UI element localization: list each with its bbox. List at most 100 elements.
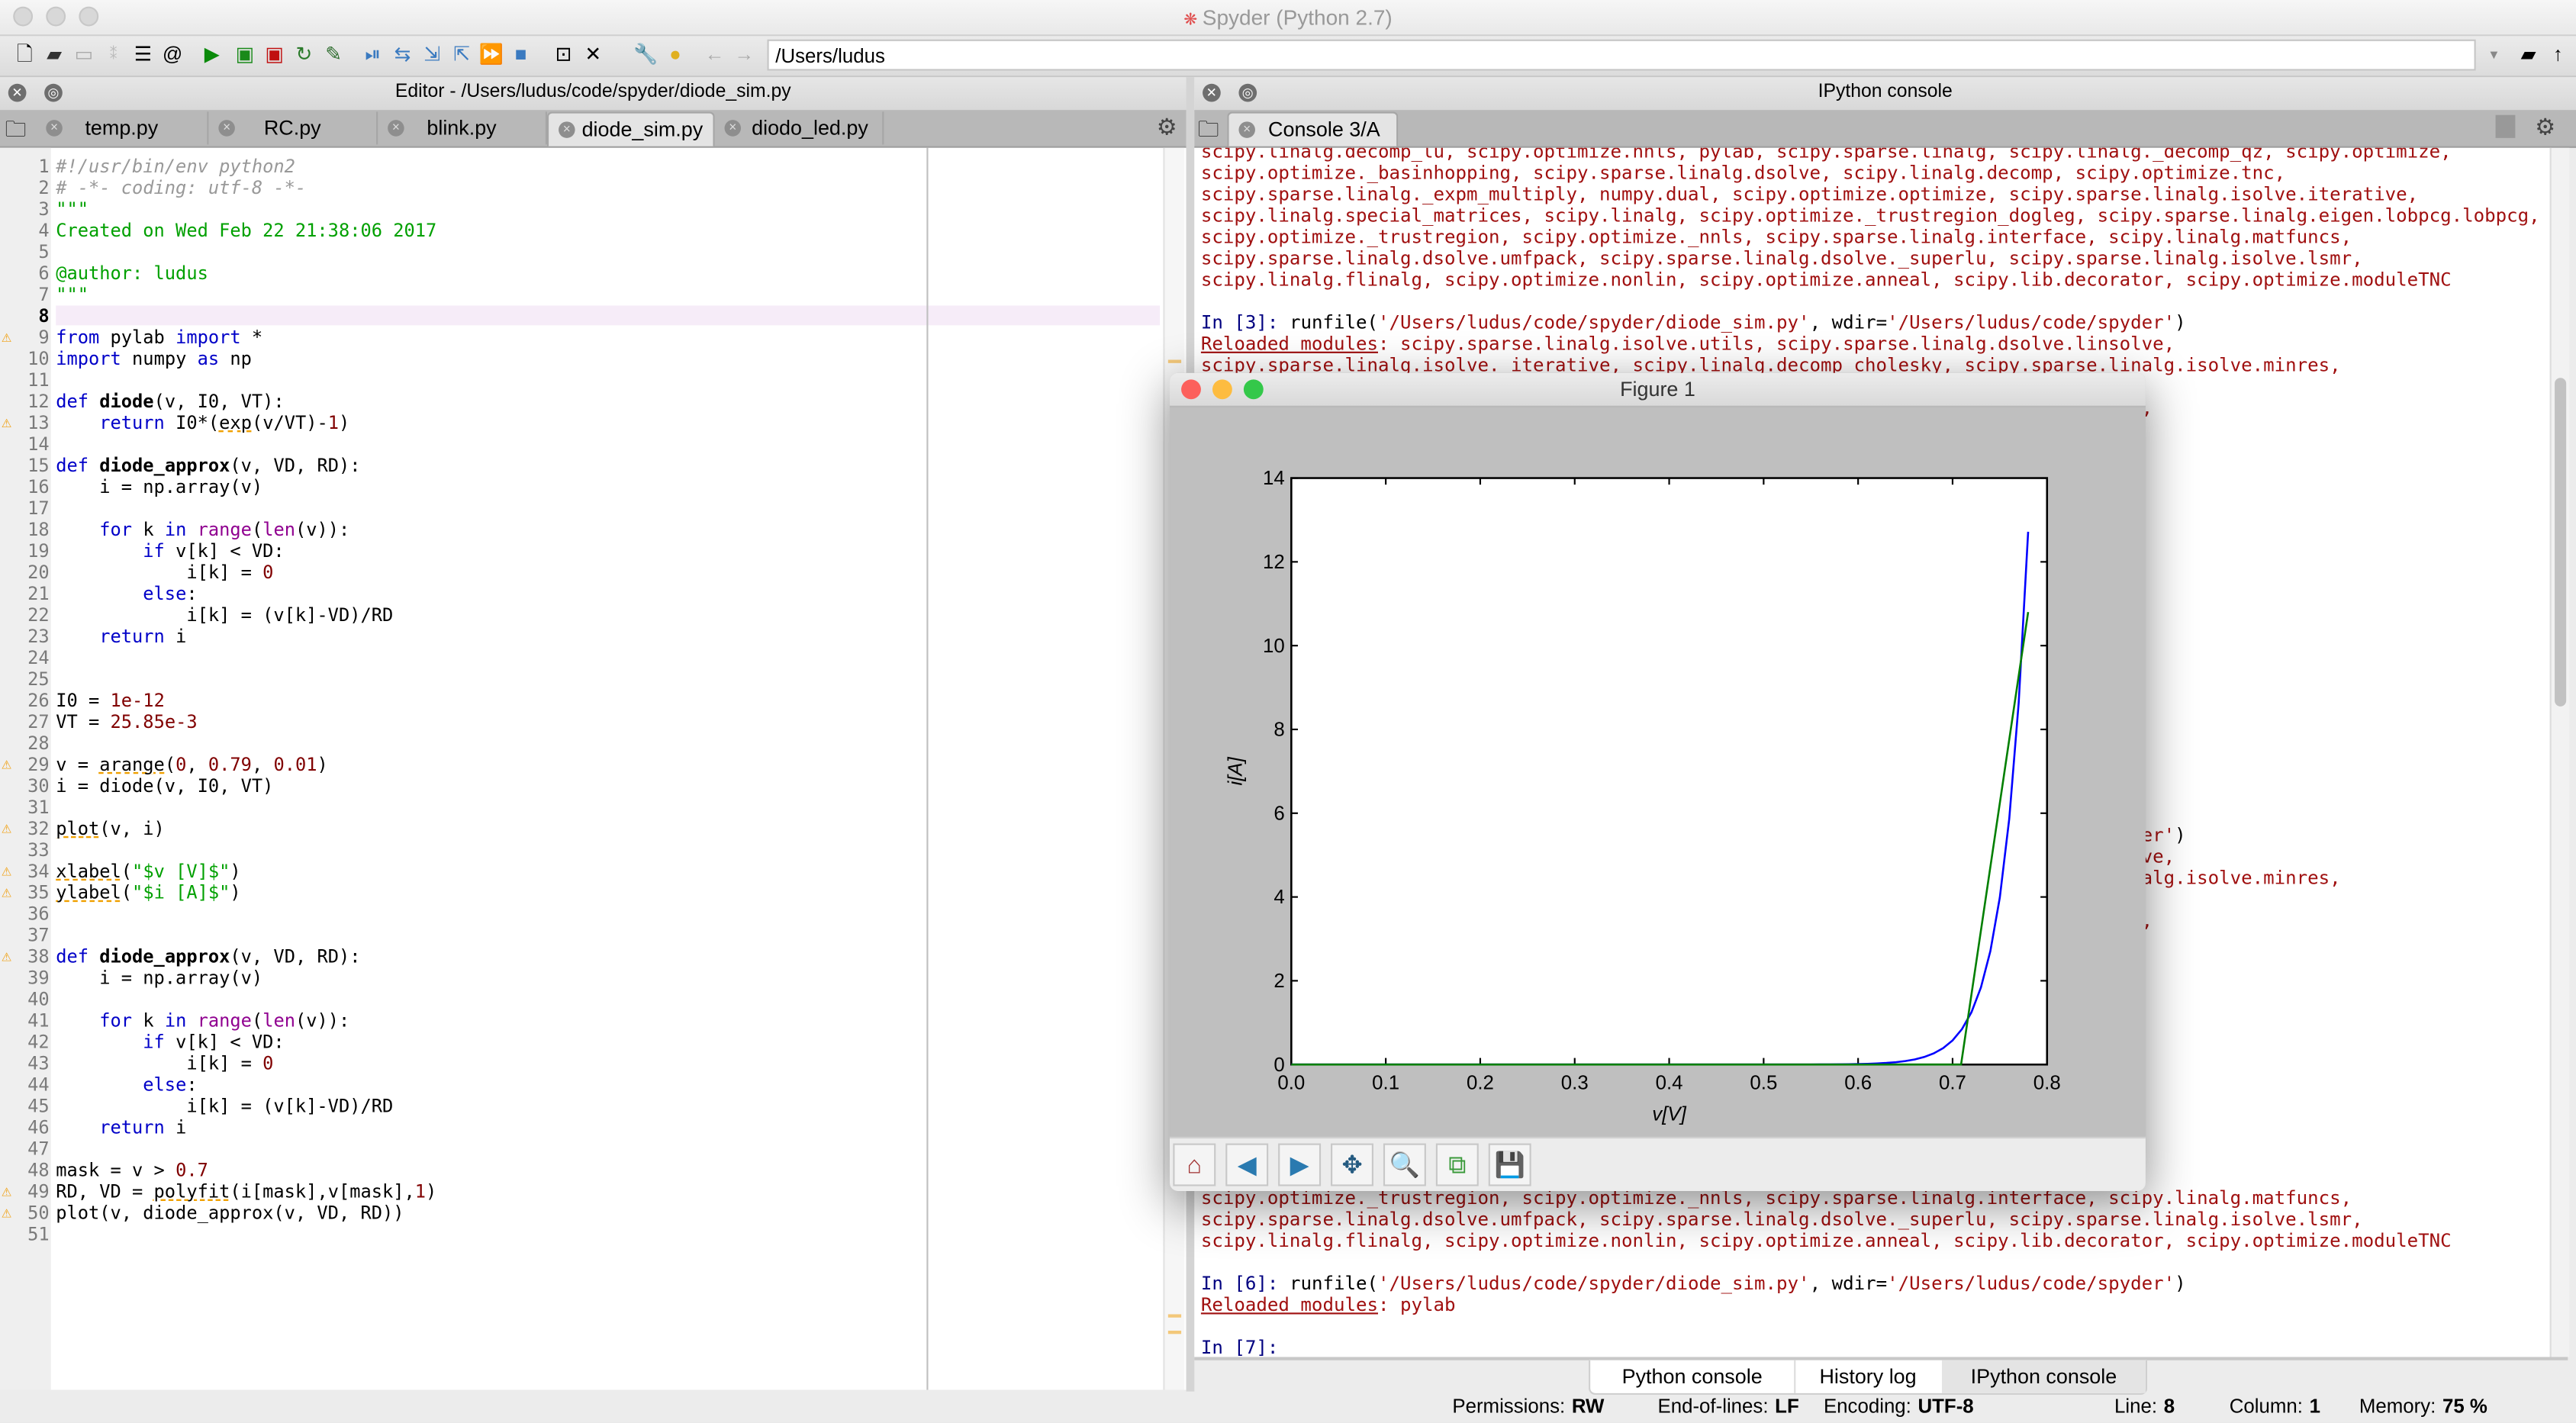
forward-icon[interactable]: → [733,43,755,66]
code-line[interactable]: 43 i[k] = 0 [0,1053,1160,1074]
figure-title-bar[interactable]: Figure 1 [1170,372,2146,407]
close-tab-icon[interactable]: × [388,120,404,137]
tab-diode-sim-py[interactable]: × diode_sim.py [546,111,715,146]
code-line[interactable]: 33 [0,839,1160,861]
preferences-icon[interactable]: 🔧 [633,43,658,66]
at-icon[interactable]: @ [161,43,184,66]
code-line[interactable]: ⚠ 29 v = arange(0, 0.79, 0.01) [0,754,1160,775]
working-directory-input[interactable] [767,39,2476,71]
code-line[interactable]: 42 if v[k] < VD: [0,1032,1160,1053]
figure-zoom-button[interactable] [1243,379,1264,400]
code-line[interactable]: 51 [0,1224,1160,1245]
code-line[interactable]: 46 return i [0,1117,1160,1138]
code-line[interactable]: 20 i[k] = 0 [0,562,1160,583]
browse-tabs-icon[interactable]: 🗀 [1198,115,1219,151]
code-line[interactable]: ⚠ 49 RD, VD = polyfit(i[mask],v[mask],1) [0,1181,1160,1202]
tab-temp-py[interactable]: × temp.py [36,111,209,145]
open-file-icon[interactable]: ▰ [43,43,66,66]
step-into-icon[interactable]: ⇲ [420,43,443,66]
subplots-icon[interactable]: ⧉ [1435,1143,1479,1186]
run-config-icon[interactable]: ✎ [322,43,345,66]
home-icon[interactable]: ⌂ [1173,1143,1216,1186]
code-line[interactable]: 27 VT = 25.85e-3 [0,711,1160,732]
tab-console-3a[interactable]: × Console 3/A [1227,111,1399,146]
save-icon[interactable]: ▭ [72,43,95,66]
diode-iv-chart[interactable]: 0.0 0.1 0.2 0.3 0.4 0.5 0.6 0.7 0.802468101214v[… [1170,407,2146,1137]
run-icon[interactable]: ▶ [201,43,224,66]
code-line[interactable]: 45 i[k] = (v[k]-VD)/RD [0,1096,1160,1117]
code-line[interactable]: 10 import numpy as np [0,348,1160,369]
code-line[interactable]: 7 """ [0,284,1160,305]
code-line[interactable]: 47 [0,1138,1160,1160]
code-line[interactable]: ⚠ 13 return I0*(exp(v/VT)-1) [0,412,1160,433]
run-cell-advance-icon[interactable]: ▣ [262,43,285,66]
close-tab-icon[interactable]: × [724,120,742,137]
code-line[interactable]: 37 [0,925,1160,946]
tab-blink-py[interactable]: × blink.py [378,111,547,145]
tab-python-console[interactable]: Python console [1590,1360,1796,1393]
code-line[interactable]: 8 [0,305,1160,327]
code-line[interactable]: 44 else: [0,1074,1160,1096]
code-line[interactable]: 5 [0,242,1160,263]
step-return-icon[interactable]: ⇱ [450,43,473,66]
interrupt-kernel-button[interactable] [2495,114,2516,138]
tab-history-log[interactable]: History log [1794,1360,1942,1393]
python-path-icon[interactable]: ● [664,43,687,66]
code-line[interactable]: 4 Created on Wed Feb 22 21:38:06 2017 [0,221,1160,242]
save-all-icon[interactable]: ⁑ [101,43,124,66]
code-line[interactable]: 30 i = diode(v, I0, VT) [0,775,1160,797]
back-icon[interactable]: ◀ [1225,1143,1269,1186]
tab-ipython-console[interactable]: IPython console [1941,1360,2146,1393]
pan-icon[interactable]: ✥ [1331,1143,1373,1186]
figure-minimize-button[interactable] [1212,379,1232,400]
code-line[interactable]: 25 [0,668,1160,690]
code-line[interactable]: 15 def diode_approx(v, VD, RD): [0,455,1160,476]
fullscreen-icon[interactable]: ✕ [581,43,604,66]
code-line[interactable]: 39 i = np.array(v) [0,967,1160,989]
maximize-pane-icon[interactable]: ⊡ [552,43,575,66]
forward-icon[interactable]: ▶ [1278,1143,1322,1186]
code-line[interactable]: ⚠ 34 xlabel("$v [V]$") [0,861,1160,882]
outline-icon[interactable]: ☰ [131,43,154,66]
code-line[interactable]: ⚠ 35 ylabel("$i [A]$") [0,882,1160,903]
gear-icon[interactable]: ⚙ [2535,114,2555,142]
back-icon[interactable]: ← [704,43,726,66]
gear-icon[interactable]: ⚙ [1157,114,1177,142]
code-line[interactable]: ⚠ 32 plot(v, i) [0,818,1160,839]
code-line[interactable]: ⚠ 9 from pylab import * [0,327,1160,348]
code-editor[interactable]: 1 #!/usr/bin/env python2 2 # -*- coding: ut… [0,147,1187,1390]
code-line[interactable]: 21 else: [0,583,1160,604]
code-line[interactable]: 40 [0,989,1160,1010]
code-line[interactable]: 31 [0,797,1160,818]
parent-dir-icon[interactable]: ↑ [2546,43,2569,66]
close-tab-icon[interactable]: × [218,120,235,137]
tab-rc-py[interactable]: × RC.py [208,111,378,145]
tab-diodo-led-py[interactable]: × diodo_led.py [715,111,884,145]
code-line[interactable]: 1 #!/usr/bin/env python2 [0,156,1160,178]
code-line[interactable]: 16 i = np.array(v) [0,476,1160,497]
code-line[interactable]: 26 I0 = 1e-12 [0,690,1160,711]
continue-icon[interactable]: ⏩ [479,43,504,66]
chevron-down-icon[interactable]: ▾ [2482,43,2505,66]
code-line[interactable]: 28 [0,732,1160,754]
console-scrollbar[interactable] [2549,147,2570,1357]
debug-icon[interactable]: ⏯ [362,43,385,66]
code-line[interactable]: 22 i[k] = (v[k]-VD)/RD [0,604,1160,626]
new-file-icon[interactable]: 🗋 [13,43,36,66]
close-tab-icon[interactable]: × [1238,121,1255,138]
code-line[interactable]: 11 [0,369,1160,391]
close-tab-icon[interactable]: × [559,121,575,138]
code-line[interactable]: 12 def diode(v, I0, VT): [0,391,1160,412]
code-line[interactable]: 2 # -*- coding: utf-8 -*- [0,178,1160,199]
code-line[interactable]: 3 """ [0,199,1160,221]
code-line[interactable]: 23 return i [0,626,1160,647]
save-figure-icon[interactable]: 💾 [1488,1143,1531,1186]
zoom-icon[interactable]: 🔍 [1383,1143,1426,1186]
code-line[interactable]: ⚠ 38 def diode_approx(v, VD, RD): [0,946,1160,967]
run-cell-icon[interactable]: ▣ [233,43,256,66]
step-icon[interactable]: ⇆ [391,43,414,66]
code-line[interactable]: 18 for k in range(len(v)): [0,519,1160,540]
code-line[interactable]: 24 [0,647,1160,668]
code-line[interactable]: ⚠ 50 plot(v, diode_approx(v, VD, RD)) [0,1202,1160,1224]
figure-close-button[interactable] [1181,379,1201,400]
